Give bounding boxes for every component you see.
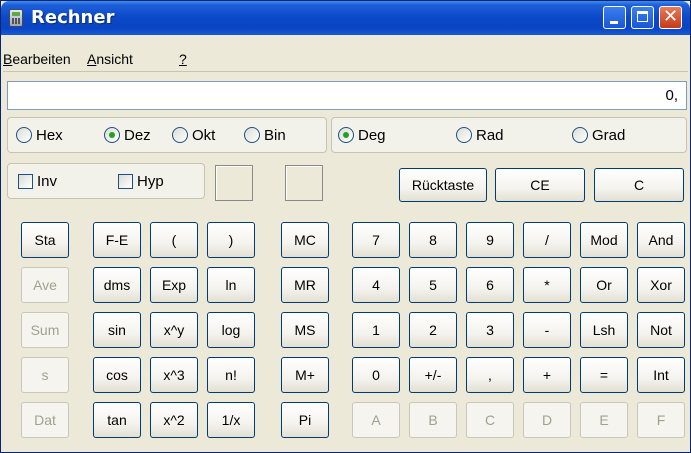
radio-circle-icon — [572, 127, 588, 143]
memory-mr-button[interactable]: MR — [281, 267, 329, 303]
radio-hex[interactable]: Hex — [16, 120, 63, 150]
key-2-button[interactable]: 2 — [409, 312, 457, 348]
ce-button[interactable]: CE — [495, 168, 585, 202]
minimize-button[interactable] — [603, 6, 626, 29]
key-5-button[interactable]: 5 — [409, 267, 457, 303]
backspace-button[interactable]: Rücktaste — [399, 168, 487, 202]
sci-exp-button[interactable]: Exp — [150, 267, 198, 303]
key-e-button[interactable]: E — [580, 402, 628, 438]
sci-cos-button[interactable]: cos — [93, 357, 141, 393]
key-or-button[interactable]: Or — [580, 267, 628, 303]
menu-help[interactable]: ? — [179, 51, 187, 67]
key-sym-button[interactable]: +/- — [409, 357, 457, 393]
number-base-group: Hex Dez Okt Bin — [7, 117, 327, 153]
radio-bin[interactable]: Bin — [244, 120, 286, 150]
checkbox-icon — [118, 173, 133, 189]
key-9-button[interactable]: 9 — [466, 222, 514, 258]
sci-ln-button[interactable]: ln — [207, 267, 255, 303]
radio-circle-icon — [456, 127, 472, 143]
key-7-button[interactable]: 7 — [352, 222, 400, 258]
radio-circle-icon — [244, 127, 260, 143]
minimize-icon — [610, 21, 618, 24]
angle-unit-group: Deg Rad Grad — [331, 117, 687, 153]
radio-grad[interactable]: Grad — [572, 120, 625, 150]
parenthesis-indicator — [215, 165, 253, 201]
key-6-button[interactable]: 6 — [466, 267, 514, 303]
radio-rad[interactable]: Rad — [456, 120, 504, 150]
radio-deg[interactable]: Deg — [338, 120, 386, 150]
key-4-button[interactable]: 4 — [352, 267, 400, 303]
key-8-button[interactable]: 8 — [409, 222, 457, 258]
key-f-button[interactable]: F — [637, 402, 685, 438]
stat-dat-button[interactable]: Dat — [21, 402, 69, 438]
key-0-button[interactable]: 0 — [352, 357, 400, 393]
checkbox-icon — [18, 173, 33, 189]
key-not-button[interactable]: Not — [637, 312, 685, 348]
key-and-button[interactable]: And — [637, 222, 685, 258]
sci-sym-button[interactable]: ( — [150, 222, 198, 258]
sci-log-button[interactable]: log — [207, 312, 255, 348]
key-mod-button[interactable]: Mod — [580, 222, 628, 258]
sci-x-3-button[interactable]: x^3 — [150, 357, 198, 393]
title-bar[interactable]: Rechner ✕ — [1, 1, 690, 35]
key-sym-button[interactable]: * — [523, 267, 571, 303]
sci-dms-button[interactable]: dms — [93, 267, 141, 303]
key-xor-button[interactable]: Xor — [637, 267, 685, 303]
checkbox-inv[interactable]: Inv — [18, 166, 57, 196]
key-sym-button[interactable]: , — [466, 357, 514, 393]
menu-separator — [3, 71, 688, 72]
sci-sym-button[interactable]: ) — [207, 222, 255, 258]
radio-circle-icon — [172, 127, 188, 143]
inv-hyp-group: Inv Hyp — [7, 163, 205, 199]
memory-indicator — [285, 165, 323, 201]
key-3-button[interactable]: 3 — [466, 312, 514, 348]
sci-tan-button[interactable]: tan — [93, 402, 141, 438]
stat-ave-button[interactable]: Ave — [21, 267, 69, 303]
calculator-window: Rechner ✕ Bearbeiten Ansicht ? 0, Hex De… — [0, 0, 691, 453]
key-sym-button[interactable]: / — [523, 222, 571, 258]
sci-n-button[interactable]: n! — [207, 357, 255, 393]
calculator-icon — [9, 9, 23, 27]
radio-okt[interactable]: Okt — [172, 120, 215, 150]
memory-m-button[interactable]: M+ — [281, 357, 329, 393]
menu-bearbeiten[interactable]: Bearbeiten — [3, 51, 71, 67]
radio-selected-icon — [104, 127, 120, 143]
stat-s-button[interactable]: s — [21, 357, 69, 393]
memory-ms-button[interactable]: MS — [281, 312, 329, 348]
sci-sin-button[interactable]: sin — [93, 312, 141, 348]
key-sym-button[interactable]: + — [523, 357, 571, 393]
close-button[interactable]: ✕ — [659, 6, 682, 29]
radio-circle-icon — [16, 127, 32, 143]
maximize-button[interactable] — [631, 6, 654, 29]
key-a-button[interactable]: A — [352, 402, 400, 438]
key-b-button[interactable]: B — [409, 402, 457, 438]
sci-x-2-button[interactable]: x^2 — [150, 402, 198, 438]
key-1-button[interactable]: 1 — [352, 312, 400, 348]
sci-f-e-button[interactable]: F-E — [93, 222, 141, 258]
checkbox-hyp[interactable]: Hyp — [118, 166, 164, 196]
stat-sum-button[interactable]: Sum — [21, 312, 69, 348]
close-icon: ✕ — [662, 6, 679, 27]
key-int-button[interactable]: Int — [637, 357, 685, 393]
key-sym-button[interactable]: = — [580, 357, 628, 393]
radio-selected-icon — [338, 127, 354, 143]
key-c-button[interactable]: C — [466, 402, 514, 438]
calculator-display: 0, — [7, 81, 687, 110]
sci-x-y-button[interactable]: x^y — [150, 312, 198, 348]
sci-1-x-button[interactable]: 1/x — [207, 402, 255, 438]
maximize-icon — [637, 11, 648, 22]
key-lsh-button[interactable]: Lsh — [580, 312, 628, 348]
key-d-button[interactable]: D — [523, 402, 571, 438]
c-button[interactable]: C — [594, 168, 684, 202]
window-title: Rechner — [31, 7, 115, 28]
stat-sta-button[interactable]: Sta — [21, 222, 69, 258]
key-sym-button[interactable]: - — [523, 312, 571, 348]
menu-ansicht[interactable]: Ansicht — [87, 51, 133, 67]
memory-pi-button[interactable]: Pi — [281, 402, 329, 438]
memory-mc-button[interactable]: MC — [281, 222, 329, 258]
radio-dez[interactable]: Dez — [104, 120, 151, 150]
